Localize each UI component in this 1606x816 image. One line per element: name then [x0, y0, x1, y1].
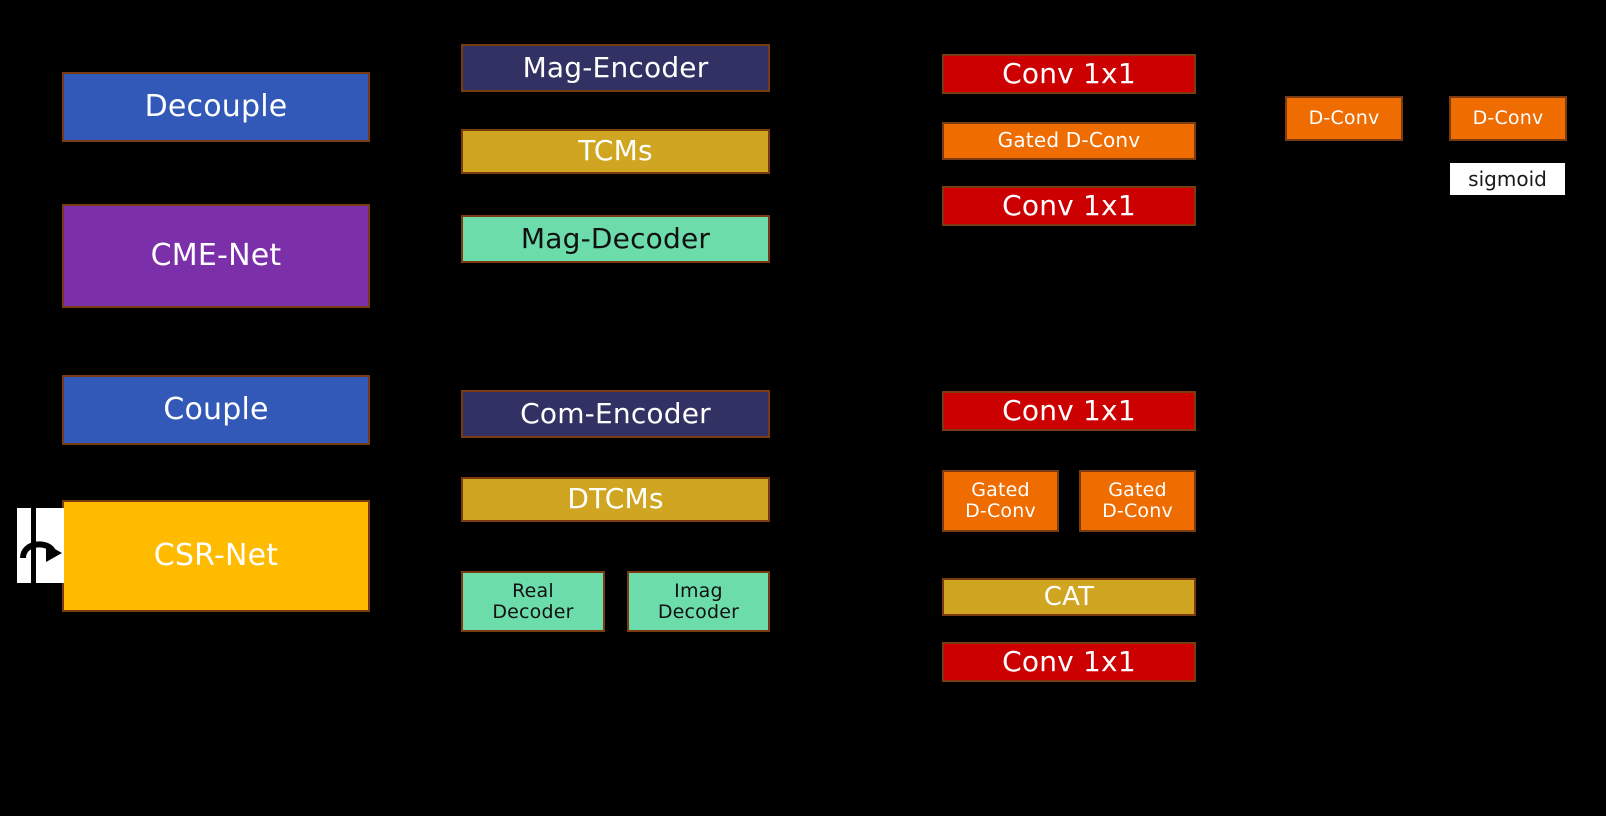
node-conv1x1-b[interactable]: Conv 1x1 [942, 186, 1196, 226]
node-dconv-left[interactable]: D-Conv [1285, 96, 1403, 141]
connector-line [614, 263, 617, 303]
node-cat[interactable]: CAT [942, 578, 1196, 616]
connector-line [1507, 141, 1510, 163]
node-mag-decoder[interactable]: Mag-Decoder [461, 215, 770, 263]
node-imag-decoder[interactable]: Imag Decoder [627, 571, 770, 632]
diagram-canvas: Decouple CME-Net Couple CSR-Net Mag-Encoder T… [0, 0, 1606, 816]
connector-line [214, 142, 217, 204]
node-com-encoder[interactable]: Com-Encoder [461, 390, 770, 438]
node-conv1x1-a[interactable]: Conv 1x1 [942, 54, 1196, 94]
connector-line [614, 174, 617, 215]
node-cme-net[interactable]: CME-Net [62, 204, 370, 308]
connector-line [614, 92, 617, 129]
connector-line [1068, 226, 1071, 256]
node-conv1x1-d[interactable]: Conv 1x1 [942, 642, 1196, 682]
connector-line [1137, 532, 1140, 578]
node-gated-dconv-b[interactable]: Gated D-Conv [942, 470, 1059, 532]
node-gated-dconv-a[interactable]: Gated D-Conv [942, 122, 1196, 160]
connector-line [999, 532, 1002, 578]
node-couple[interactable]: Couple [62, 375, 370, 445]
node-dconv-right[interactable]: D-Conv [1449, 96, 1567, 141]
node-real-decoder[interactable]: Real Decoder [461, 571, 605, 632]
connector-line [614, 522, 617, 571]
curved-input-arrow-icon [17, 508, 64, 583]
node-mag-encoder[interactable]: Mag-Encoder [461, 44, 770, 92]
node-decouple[interactable]: Decouple [62, 72, 370, 142]
label-sigmoid: sigmoid [1450, 163, 1565, 195]
node-csr-net[interactable]: CSR-Net [62, 500, 370, 612]
connector-line [1068, 616, 1071, 642]
connector-line [531, 560, 534, 571]
node-gated-dconv-c[interactable]: Gated D-Conv [1079, 470, 1196, 532]
connector-line [214, 445, 217, 500]
connector-line [214, 612, 217, 632]
node-dtcms[interactable]: DTCMs [461, 477, 770, 522]
node-conv1x1-c[interactable]: Conv 1x1 [942, 391, 1196, 431]
node-tcms[interactable]: TCMs [461, 129, 770, 174]
connector-line [1068, 94, 1071, 122]
connector-line [1343, 141, 1346, 166]
connector-line [1068, 160, 1071, 186]
connector-line [697, 560, 700, 571]
connector-line [214, 308, 217, 375]
connector-line [1068, 431, 1071, 470]
connector-line [614, 438, 617, 477]
